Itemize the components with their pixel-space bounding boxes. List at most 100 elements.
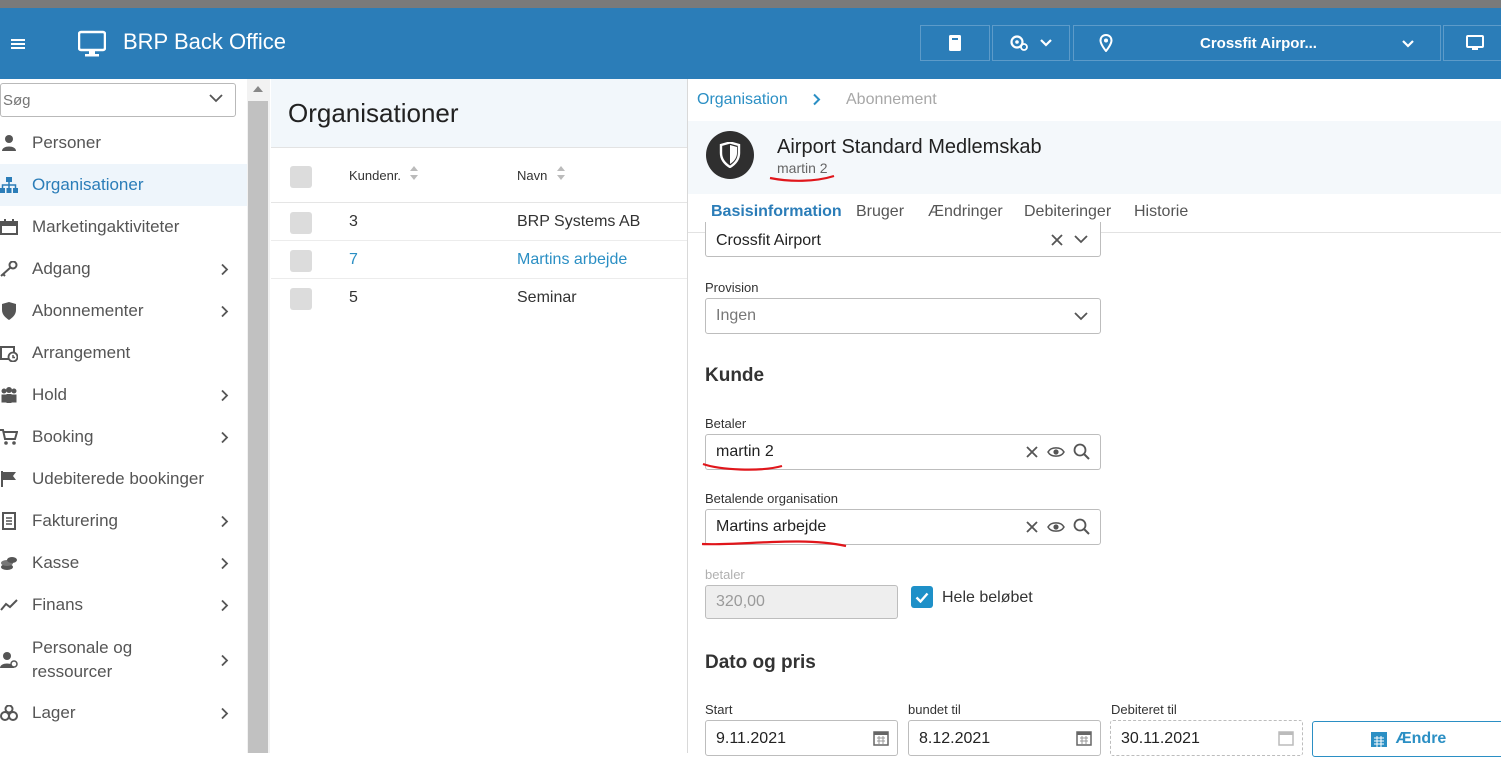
full-amount-checkbox[interactable] (911, 586, 933, 608)
chevron-right-icon (221, 599, 229, 611)
chevron-down-icon (209, 94, 223, 103)
sidebar-item-fakturering[interactable]: Fakturering (0, 500, 247, 542)
sidebar-item-udebiterede-bookinger[interactable]: Udebiterede bookinger (0, 458, 247, 500)
calendar-icon[interactable] (1076, 730, 1092, 746)
search-input[interactable] (3, 91, 193, 109)
sidebar-item-label: Udebiterede bookinger (32, 469, 205, 488)
clear-icon[interactable] (1051, 234, 1063, 246)
chevron-right-icon (221, 557, 229, 569)
breadcrumb-organisation[interactable]: Organisation (697, 91, 788, 109)
table-header: Kundenr. Navn (271, 149, 687, 203)
calendar-icon (1370, 732, 1387, 747)
sidebar-scroll-thumb[interactable] (248, 101, 268, 753)
calendar-icon (1278, 731, 1294, 746)
settings-dropdown-button[interactable] (992, 25, 1070, 61)
clear-icon[interactable] (1026, 521, 1038, 533)
calendar-icon[interactable] (873, 730, 889, 746)
group-icon (0, 387, 18, 403)
column-header-navn[interactable]: Navn (517, 168, 547, 183)
chevron-right-icon (813, 93, 821, 106)
sidebar-item-lager[interactable]: Lager (0, 692, 247, 734)
club-selector[interactable]: Crossfit Airpor... (1073, 25, 1441, 61)
cell-navn: Seminar (517, 289, 577, 306)
cell-kundenr: 3 (349, 213, 358, 230)
tab-basisinformation[interactable]: Basisinformation (711, 203, 842, 221)
betalende-organisation-value: Martins arbejde (716, 518, 827, 535)
subscription-badge (706, 131, 754, 179)
sidebar-item-marketingaktiviteter[interactable]: Marketingaktiviteter (0, 206, 247, 248)
browser-chrome-strip (0, 0, 1501, 8)
row-checkbox[interactable] (290, 288, 312, 310)
provision-select[interactable]: Ingen (705, 298, 1101, 334)
sidebar-item-arrangement[interactable]: Arrangement (0, 332, 247, 374)
sidebar-item-personale-og-ressourcer[interactable]: Personale og ressourcer (0, 629, 247, 691)
bound-date-field[interactable]: 8.12.2021 (908, 720, 1101, 756)
trend-icon (0, 598, 18, 612)
row-checkbox[interactable] (290, 212, 312, 234)
sidebar-item-organisationer[interactable]: Organisationer (0, 164, 247, 206)
location-pin-icon (1099, 34, 1113, 52)
subscription-owner[interactable]: martin 2 (777, 160, 828, 176)
sort-icon[interactable] (409, 165, 419, 181)
workstation-button[interactable] (1443, 25, 1501, 61)
start-date-field[interactable]: 9.11.2021 (705, 720, 898, 756)
sidebar-item-finans[interactable]: Finans (0, 584, 247, 626)
subscription-title: Airport Standard Medlemskab (777, 136, 1042, 158)
table-row[interactable]: 5 Seminar (271, 279, 687, 317)
sidebar-search[interactable] (0, 83, 236, 117)
shield-icon (0, 302, 18, 320)
chevron-down-icon[interactable] (1074, 235, 1088, 244)
sidebar-item-kasse[interactable]: Kasse (0, 542, 247, 584)
sidebar-item-abonnementer[interactable]: Abonnementer (0, 290, 247, 332)
sort-icon[interactable] (556, 165, 566, 181)
cell-kundenr[interactable]: 7 (349, 251, 358, 269)
page-header: Organisationer (271, 79, 687, 148)
column-header-kundenr[interactable]: Kundenr. (349, 168, 401, 183)
sidebar-item-label: Hold (32, 385, 67, 404)
search-icon[interactable] (1073, 443, 1090, 460)
sidebar-item-personer[interactable]: Personer (0, 122, 247, 164)
betalende-organisation-field[interactable]: Martins arbejde (705, 509, 1101, 545)
cell-navn: BRP Systems AB (517, 213, 641, 230)
sidebar-item-label: Organisationer (32, 175, 144, 194)
chevron-right-icon (221, 654, 229, 666)
sidebar-item-label: Kasse (32, 553, 80, 572)
billed-date-value: 30.11.2021 (1121, 730, 1200, 747)
cell-navn[interactable]: Martins arbejde (517, 251, 627, 269)
table-row[interactable]: 3 BRP Systems AB (271, 203, 687, 241)
key-icon (0, 261, 18, 277)
sidebar-item-adgang[interactable]: Adgang (0, 248, 247, 290)
breadcrumb-abonnement: Abonnement (846, 91, 937, 108)
sidebar-item-label: Marketingaktiviteter (32, 217, 180, 236)
provision-label: Provision (705, 280, 759, 295)
select-all-checkbox[interactable] (290, 166, 312, 188)
tab-bruger[interactable]: Bruger (856, 203, 904, 221)
clear-icon[interactable] (1026, 446, 1038, 458)
tab-historie[interactable]: Historie (1134, 203, 1188, 221)
sidebar-item-label: Lager (32, 703, 76, 722)
shield-icon (719, 142, 741, 168)
club-field[interactable]: Crossfit Airport (705, 222, 1101, 257)
betalende-organisation-label: Betalende organisation (705, 491, 838, 506)
scroll-up-arrow-icon[interactable] (253, 86, 263, 92)
row-checkbox[interactable] (290, 250, 312, 272)
sidebar-item-booking[interactable]: Booking (0, 416, 247, 458)
tab-aendringer[interactable]: Ændringer (928, 203, 1003, 221)
search-icon[interactable] (1073, 518, 1090, 535)
start-date-value: 9.11.2021 (716, 730, 786, 747)
hamburger-menu-icon[interactable] (11, 39, 25, 49)
chevron-down-icon (1074, 312, 1088, 321)
notes-button[interactable] (920, 25, 990, 61)
betaler-label: Betaler (705, 416, 747, 431)
chevron-right-icon (221, 707, 229, 719)
table-row[interactable]: 7 Martins arbejde (271, 241, 687, 279)
eye-icon[interactable] (1047, 446, 1065, 458)
club-selector-label: Crossfit Airpor... (1200, 35, 1317, 52)
eye-icon[interactable] (1047, 521, 1065, 533)
tab-debiteringer[interactable]: Debiteringer (1024, 203, 1111, 221)
start-label: Start (705, 702, 733, 717)
edit-dates-button[interactable]: Ændre (1312, 721, 1501, 757)
betaler-field[interactable]: martin 2 (705, 434, 1101, 470)
sidebar-item-hold[interactable]: Hold (0, 374, 247, 416)
full-amount-label[interactable]: Hele beløbet (942, 589, 1033, 607)
